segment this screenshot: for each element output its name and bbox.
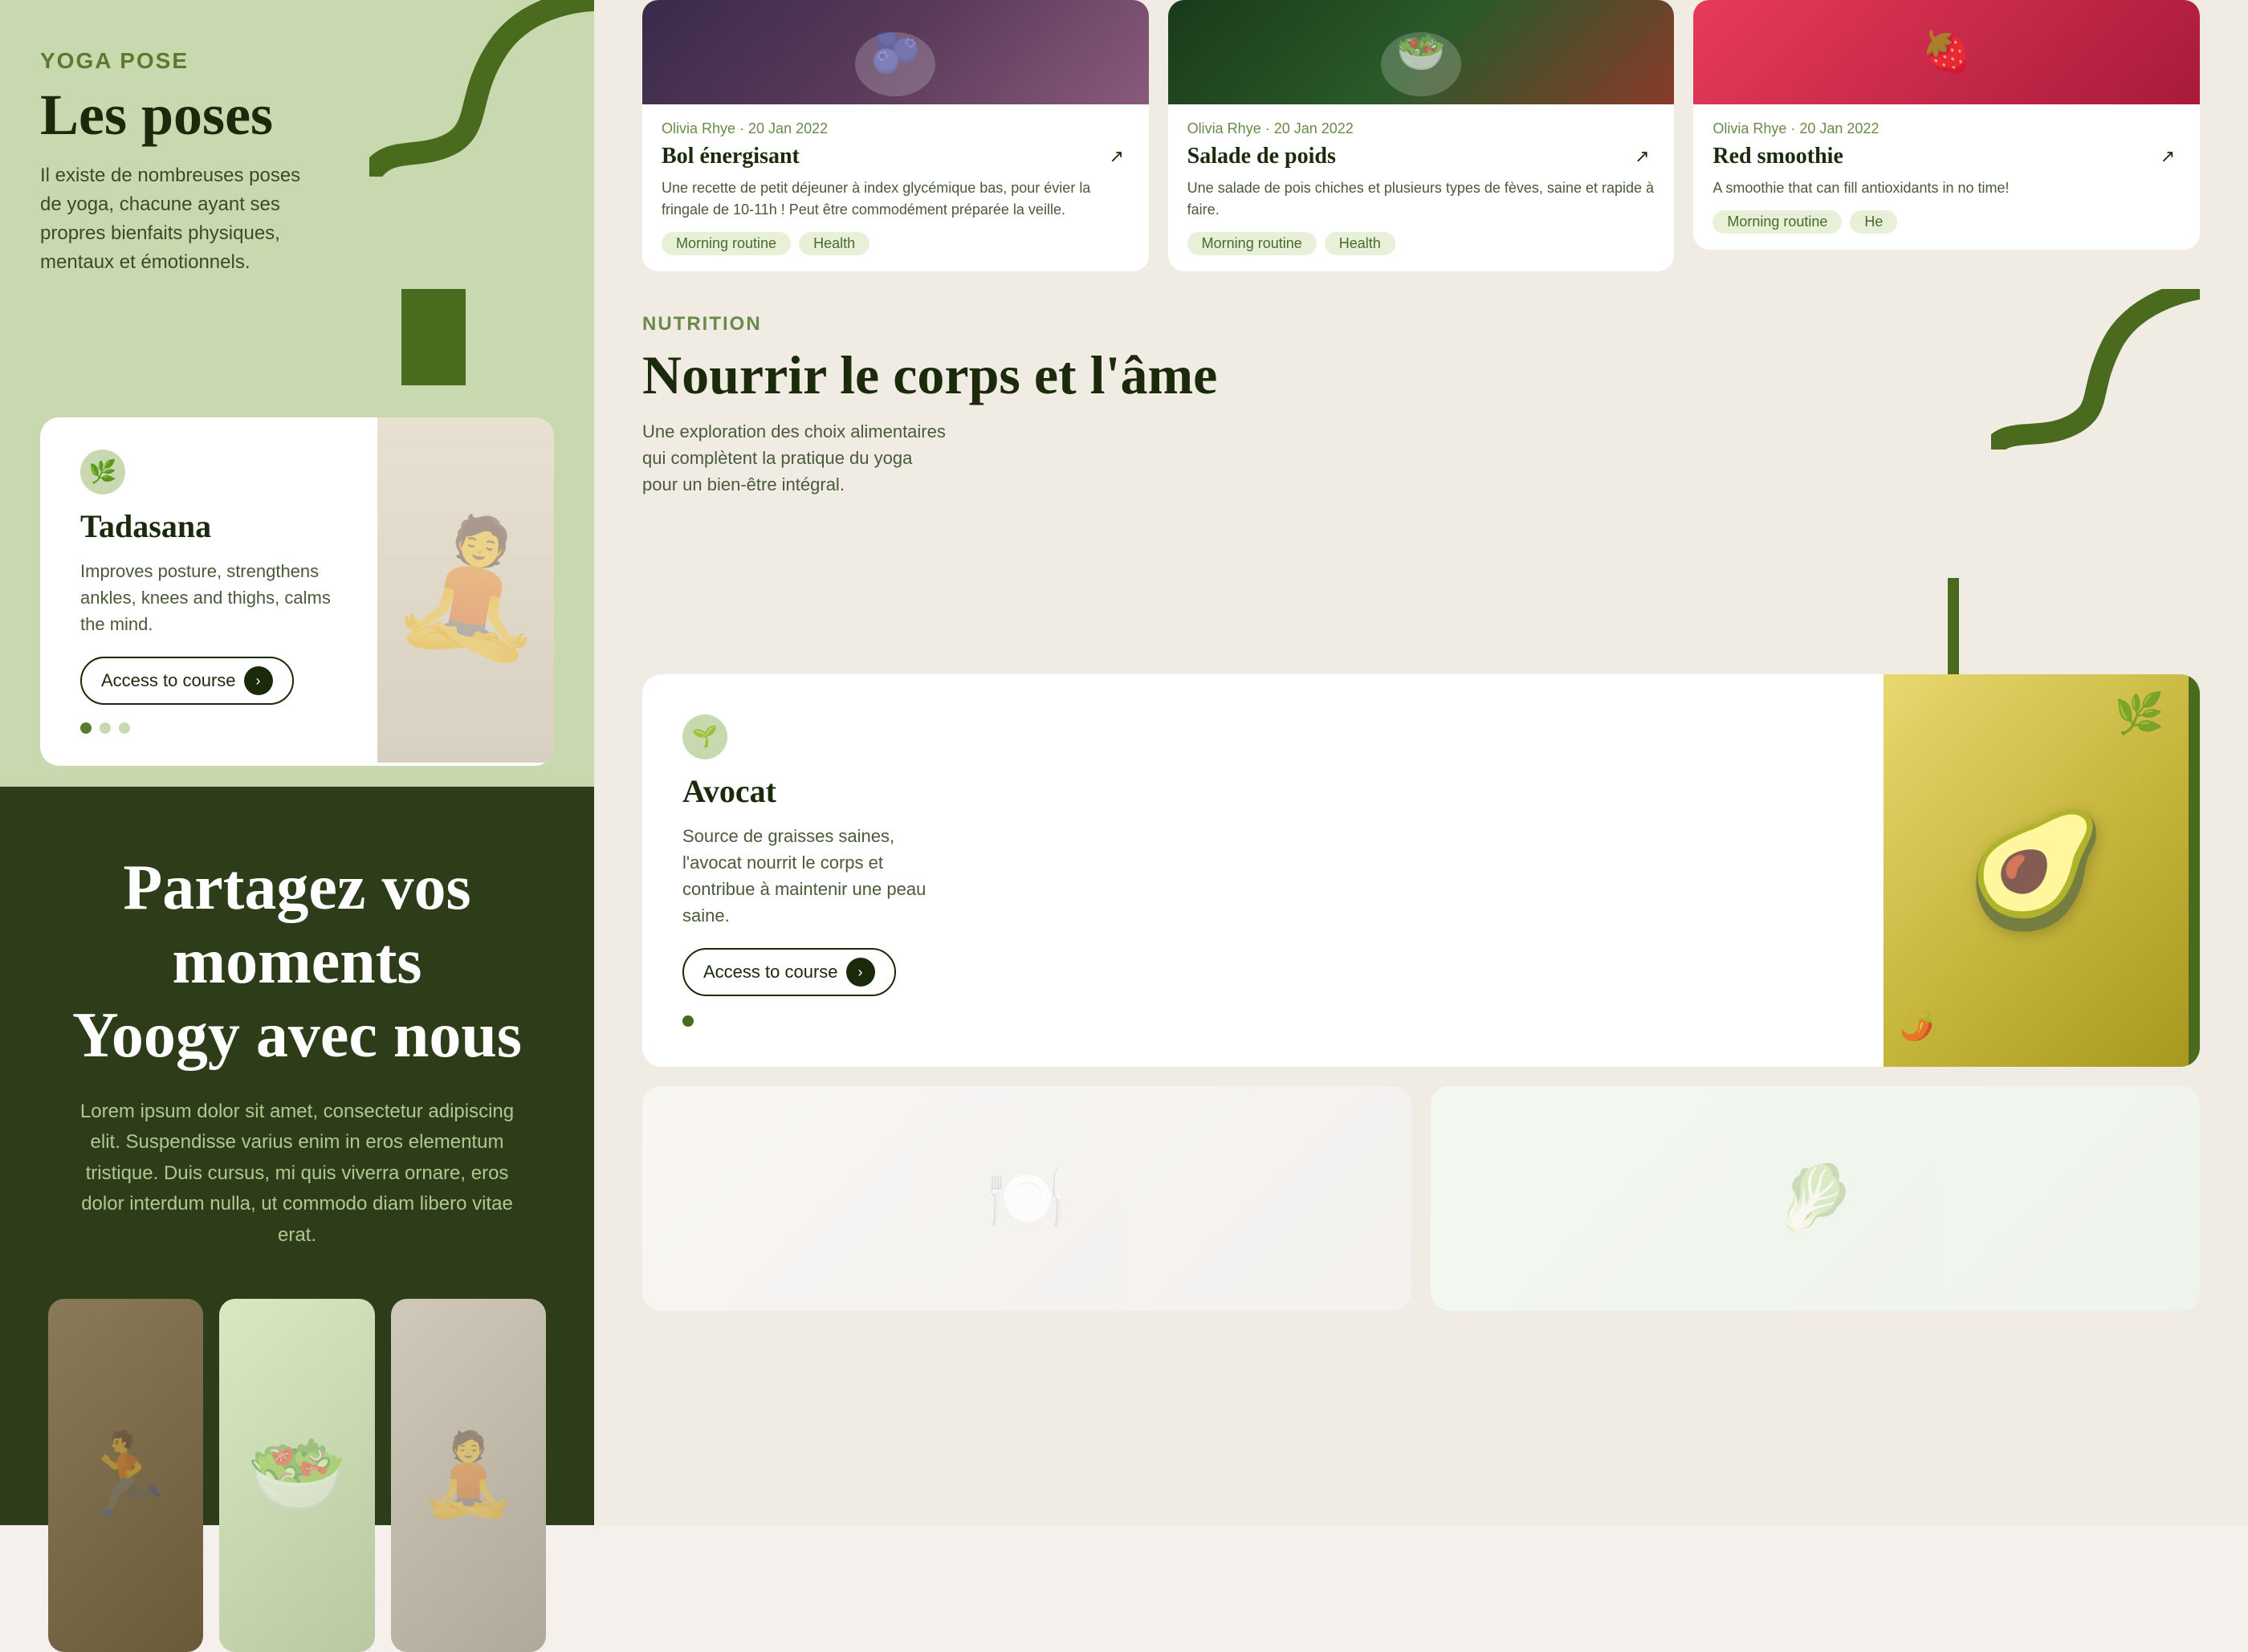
article-text-2: Une salade de pois chiches et plusieurs …: [1187, 177, 1655, 221]
bottom-card-1-image: 🍽️: [642, 1086, 1411, 1311]
yoga-figure-image: 🧘: [377, 417, 554, 763]
article-card-1: 🫐 Olivia Rhye · 20 Jan 2022 Bol énergisa…: [642, 0, 1149, 271]
avocat-content: 🌱 Avocat Source de graisses saines, l'av…: [642, 674, 1884, 1067]
avocat-description: Source de graisses saines, l'avocat nour…: [682, 823, 955, 929]
avocado-emoji: 🥑: [1966, 805, 2106, 937]
article-image-salade: 🥗: [1168, 0, 1675, 104]
article-meta-1: Olivia Rhye · 20 Jan 2022: [662, 120, 1130, 137]
tag-morning-routine-1[interactable]: Morning routine: [662, 232, 791, 255]
bowl-decoration: [855, 32, 935, 96]
cta-title: Partagez vos momentsYoogy avec nous: [48, 851, 546, 1072]
cta-image-1: 🏃: [48, 1299, 203, 1652]
nutrition-label: NUTRITION: [642, 313, 2200, 336]
article-image-smoothie: 🍓: [1693, 0, 2200, 104]
tag-health-3[interactable]: He: [1850, 210, 1897, 234]
article-title-row-1: Bol énergisant ↗: [662, 144, 1130, 169]
nutrition-title: Nourrir le corps et l'âme: [642, 344, 2200, 407]
avocat-section: 🌱 Avocat Source de graisses saines, l'av…: [594, 674, 2248, 1525]
tag-health-2[interactable]: Health: [1325, 232, 1395, 255]
bottom-card-2: 🥬: [1431, 1086, 2200, 1311]
article-body-3: Olivia Rhye · 20 Jan 2022 Red smoothie ↗…: [1693, 104, 2200, 250]
article-tags-1: Morning routine Health: [662, 232, 1130, 255]
article-title-row-3: Red smoothie ↗: [1712, 144, 2181, 169]
articles-section: 🫐 Olivia Rhye · 20 Jan 2022 Bol énergisa…: [594, 0, 2248, 273]
article-author-2: Olivia Rhye: [1187, 120, 1261, 136]
article-image-bol: 🫐: [642, 0, 1149, 104]
squiggle-decoration: [369, 0, 594, 177]
article-card-2: 🥗 Olivia Rhye · 20 Jan 2022 Salade de po…: [1168, 0, 1675, 271]
access-button-label: Access to course: [101, 670, 236, 691]
yoga-pose-description: Il existe de nombreuses poses de yoga, c…: [40, 161, 313, 277]
right-column: 🫐 Olivia Rhye · 20 Jan 2022 Bol énergisa…: [594, 0, 2248, 1525]
cta-image-2: 🥗: [219, 1299, 374, 1652]
bottom-card-1: 🍽️: [642, 1086, 1411, 1311]
article-body-2: Olivia Rhye · 20 Jan 2022 Salade de poid…: [1168, 104, 1675, 271]
bowl-decoration-2: [1381, 32, 1461, 96]
access-button-arrow: ›: [244, 666, 273, 695]
bottom-card-2-image: 🥬: [1431, 1086, 2200, 1311]
article-title-row-2: Salade de poids ↗: [1187, 144, 1655, 169]
article-arrow-3[interactable]: ↗: [2155, 144, 2181, 169]
article-title-1: Bol énergisant: [662, 144, 800, 169]
article-tags-2: Morning routine Health: [1187, 232, 1655, 255]
article-card-3: 🍓 Olivia Rhye · 20 Jan 2022 Red smoothie…: [1693, 0, 2200, 250]
avocat-access-label: Access to course: [703, 962, 838, 983]
article-text-3: A smoothie that can fill antioxidants in…: [1712, 177, 2181, 199]
tag-health-1[interactable]: Health: [799, 232, 869, 255]
article-date: 20 Jan 2022: [748, 120, 828, 136]
pose-description: Improves posture, strengthens ankles, kn…: [80, 558, 353, 637]
nutrition-section: NUTRITION Nourrir le corps et l'âme Une …: [594, 273, 2248, 674]
bottom-card-row: 🍽️ 🥬: [642, 1086, 2200, 1311]
tag-morning-routine-3[interactable]: Morning routine: [1712, 210, 1842, 234]
avocat-icon: 🌱: [682, 714, 727, 759]
avocat-image: 🥑 🌿 🌶️: [1884, 674, 2189, 1067]
tag-morning-routine-2[interactable]: Morning routine: [1187, 232, 1317, 255]
yoga-pose-section: YOGA POSE Les poses Il existe de nombreu…: [0, 0, 594, 385]
avocat-arrow: ›: [846, 958, 875, 987]
nutrition-squiggle: [1991, 289, 2200, 450]
article-body-1: Olivia Rhye · 20 Jan 2022 Bol énergisant…: [642, 104, 1149, 271]
tadasana-card: 🌿 Tadasana Improves posture, strengthens…: [40, 417, 554, 766]
tadasana-card-section: 🌿 Tadasana Improves posture, strengthens…: [0, 385, 594, 787]
avocat-access-button[interactable]: Access to course ›: [682, 948, 896, 996]
article-arrow-2[interactable]: ↗: [1629, 144, 1655, 169]
article-title-2: Salade de poids: [1187, 144, 1336, 169]
nutrition-vertical-bar: [1948, 578, 1959, 674]
pose-icon: 🌿: [80, 450, 125, 494]
dark-cta-section: Partagez vos momentsYoogy avec nous Lore…: [0, 787, 594, 1525]
vertical-bar: [2189, 674, 2200, 1067]
cta-images-row: 🏃 🥗 🧘: [48, 1299, 546, 1652]
food-decoration-3: 🍓: [1693, 0, 2200, 104]
dot-3: [119, 722, 130, 734]
avocat-card-row: 🌱 Avocat Source de graisses saines, l'av…: [642, 674, 2200, 1067]
access-to-course-button[interactable]: Access to course ›: [80, 657, 294, 705]
dot-2: [100, 722, 111, 734]
article-author: Olivia Rhye: [662, 120, 735, 136]
article-text-1: Une recette de petit déjeuner à index gl…: [662, 177, 1130, 221]
article-author-3: Olivia Rhye: [1712, 120, 1786, 136]
avocat-dot: [682, 1015, 694, 1027]
article-meta-2: Olivia Rhye · 20 Jan 2022: [1187, 120, 1655, 137]
pepper-decoration: 🌶️: [1900, 1010, 1935, 1043]
article-date-3: 20 Jan 2022: [1799, 120, 1879, 136]
leaf-decoration: 🌿: [2115, 690, 2165, 738]
article-title-3: Red smoothie: [1712, 144, 1843, 169]
dark-rect-decoration: [401, 289, 466, 385]
avocat-name: Avocat: [682, 772, 1843, 810]
cta-image-3: 🧘: [391, 1299, 546, 1652]
article-date-2: 20 Jan 2022: [1274, 120, 1354, 136]
nutrition-description: Une exploration des choix alimentaires q…: [642, 418, 947, 498]
article-tags-3: Morning routine He: [1712, 210, 2181, 234]
dot-1: [80, 722, 92, 734]
article-arrow-1[interactable]: ↗: [1104, 144, 1130, 169]
cta-description: Lorem ipsum dolor sit amet, consectetur …: [72, 1097, 522, 1251]
article-meta-3: Olivia Rhye · 20 Jan 2022: [1712, 120, 2181, 137]
